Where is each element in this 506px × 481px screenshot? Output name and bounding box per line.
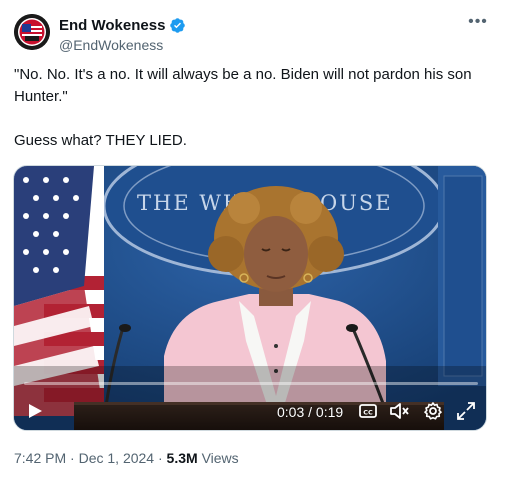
views-count: 5.3M — [166, 450, 198, 466]
play-icon[interactable] — [26, 402, 44, 420]
seal-icon — [14, 14, 50, 50]
tweet-text: "No. No. It's a no. It will always be a … — [14, 64, 484, 152]
more-options-icon[interactable]: ••• — [466, 12, 490, 32]
settings-icon[interactable] — [422, 400, 444, 422]
avatar[interactable] — [14, 14, 50, 50]
meta-separator: · — [70, 450, 75, 466]
tweet-metadata: 7:42 PM · Dec 1, 2024 · 5.3M Views — [14, 450, 239, 466]
tweet-text-line-1: "No. No. It's a no. It will always be a … — [14, 66, 472, 105]
progress-bar[interactable] — [24, 382, 478, 385]
mute-icon[interactable] — [388, 400, 410, 422]
tweet-text-line-2: Guess what? THEY LIED. — [14, 132, 187, 149]
verified-badge-icon — [169, 17, 186, 34]
tweet: End Wokeness @EndWokeness ••• "No. No. I… — [0, 0, 506, 481]
tweet-time[interactable]: 7:42 PM — [14, 450, 66, 466]
author-handle[interactable]: @EndWokeness — [59, 37, 163, 53]
video-player[interactable]: THE WH OUSE 0:03 / 0:19 CC — [13, 165, 487, 431]
tweet-date[interactable]: Dec 1, 2024 — [79, 450, 155, 466]
fullscreen-icon[interactable] — [455, 400, 477, 422]
author-name-row[interactable]: End Wokeness — [59, 15, 186, 35]
svg-text:CC: CC — [363, 409, 373, 417]
video-time: 0:03 / 0:19 — [277, 404, 344, 420]
views-label: Views — [201, 450, 239, 466]
video-controls: 0:03 / 0:19 CC — [14, 166, 486, 430]
meta-separator-2: · — [157, 450, 163, 466]
captions-icon[interactable]: CC — [357, 400, 379, 422]
display-name[interactable]: End Wokeness — [59, 17, 165, 34]
